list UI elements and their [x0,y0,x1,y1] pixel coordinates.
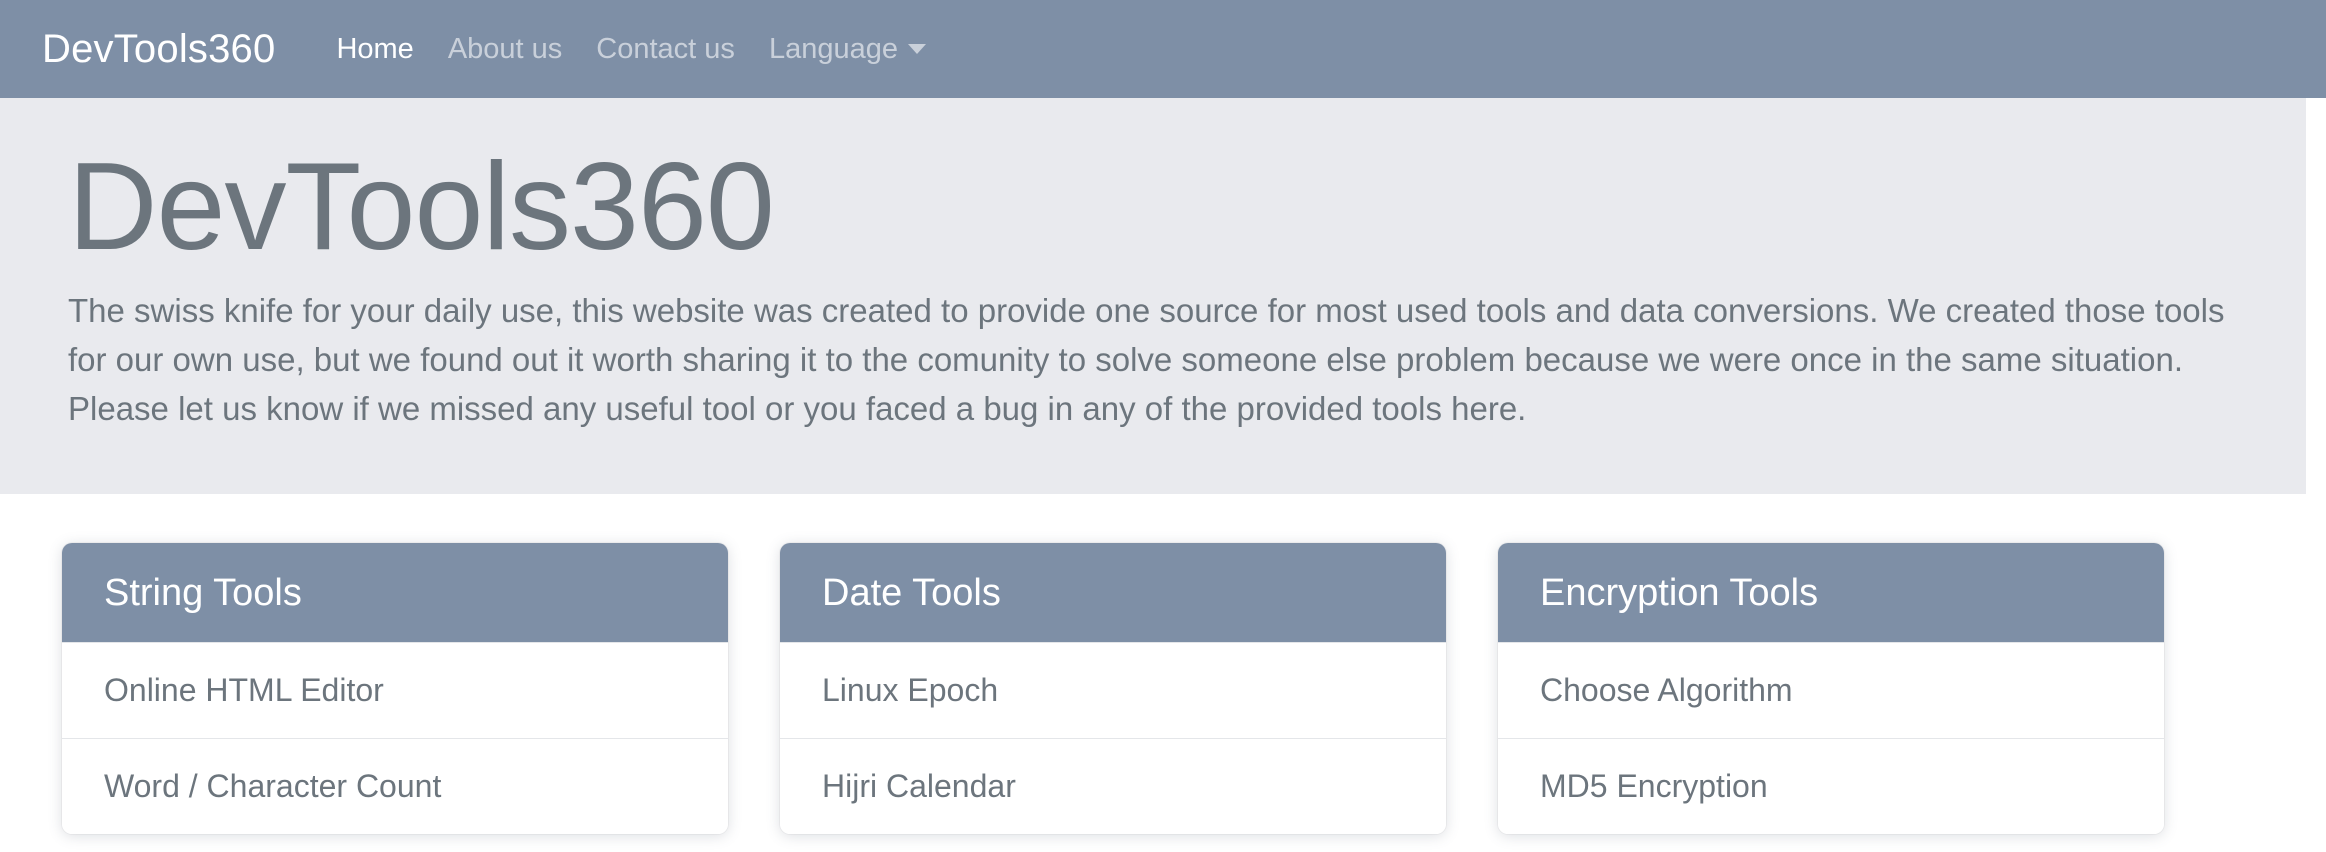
nav-link-about-us[interactable]: About us [431,32,579,65]
list-item[interactable]: Choose Algorithm [1498,642,2164,738]
tool-card-header-string-tools[interactable]: String Tools [62,543,728,642]
tool-card-encryption-tools: Encryption Tools Choose Algorithm MD5 En… [1498,543,2164,834]
list-item[interactable]: Online HTML Editor [62,642,728,738]
nav-link-home-label: Home [336,32,414,65]
nav-link-language-label: Language [768,32,898,65]
hero-jumbotron: DevTools360 The swiss knife for your dai… [0,98,2306,494]
navbar-links: Home About us Contact us Language [319,32,943,65]
tool-card-row: String Tools Online HTML Editor Word / C… [62,543,2302,834]
nav-link-language[interactable]: Language [752,32,943,65]
tools-container: String Tools Online HTML Editor Word / C… [0,494,2326,852]
page-description: The swiss knife for your daily use, this… [68,292,2225,428]
nav-link-contact-us[interactable]: Contact us [579,32,752,65]
page-title: DevTools360 [68,138,775,276]
navbar-brand[interactable]: DevTools360 [42,29,275,69]
list-item[interactable]: MD5 Encryption [1498,738,2164,834]
tool-card-header-date-tools[interactable]: Date Tools [780,543,1446,642]
tool-card-header-encryption-tools[interactable]: Encryption Tools [1498,543,2164,642]
nav-link-about-us-label: About us [447,32,563,65]
tool-card-date-tools: Date Tools Linux Epoch Hijri Calendar [780,543,1446,834]
main-navbar: DevTools360 Home About us Contact us Lan… [0,0,2326,98]
list-item[interactable]: Linux Epoch [780,642,1446,738]
list-item[interactable]: Hijri Calendar [780,738,1446,834]
nav-link-contact-us-label: Contact us [596,32,735,65]
list-item[interactable]: Word / Character Count [62,738,728,834]
chevron-down-icon [907,44,926,54]
nav-link-home[interactable]: Home [319,32,430,65]
tool-card-string-tools: String Tools Online HTML Editor Word / C… [62,543,728,834]
